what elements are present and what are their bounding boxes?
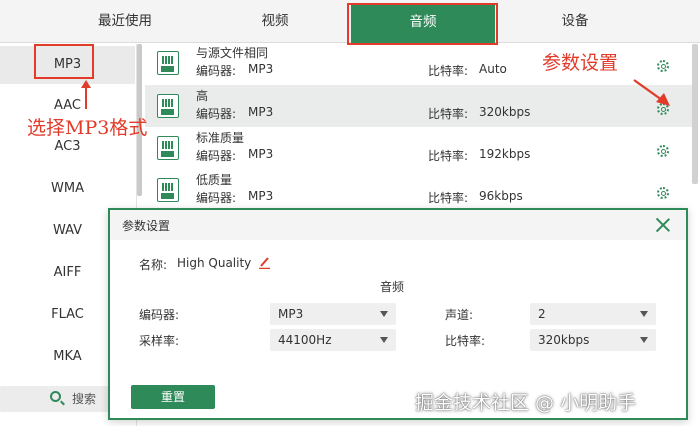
watermark: 掘金技术社区 @ 小明助手 <box>415 392 637 414</box>
dialog-title: 参数设置 <box>122 219 171 233</box>
preset-encoder-label: 编码器: <box>196 64 237 78</box>
audio-quality-low-icon <box>157 178 179 202</box>
preset-name-label: 名称: <box>139 258 168 272</box>
preset-name: 与源文件相同 <box>196 46 269 60</box>
preset-encoder-label: 编码器: <box>196 191 237 205</box>
preset-encoder: MP3 <box>248 189 274 203</box>
preset-bitrate: 192kbps <box>479 147 531 161</box>
samplerate-select-value: 44100Hz <box>278 333 332 347</box>
preset-bitrate: Auto <box>479 62 507 76</box>
edit-pencil-icon[interactable] <box>259 256 270 269</box>
samplerate-label: 采样率: <box>139 334 180 348</box>
preset-encoder: MP3 <box>248 147 274 161</box>
bitrate-select-value: 320kbps <box>538 333 590 347</box>
reset-button[interactable]: 重置 <box>131 385 215 409</box>
caret-down-icon <box>640 311 648 317</box>
arrow-up-icon <box>81 80 91 109</box>
tab-device[interactable]: 设备 <box>500 0 650 43</box>
audio-section-title: 音频 <box>380 280 405 294</box>
audio-file-icon <box>157 51 179 75</box>
preset-row-low[interactable]: 低质量 编码器: MP3 比特率: 96kbps <box>145 169 692 211</box>
audio-quality-medium-icon <box>157 136 179 160</box>
preset-name: 标准质量 <box>196 131 245 145</box>
preset-name-value: High Quality <box>177 256 252 270</box>
close-icon[interactable] <box>654 216 672 234</box>
encoder-label: 编码器: <box>139 308 180 322</box>
preset-encoder-label: 编码器: <box>196 149 237 163</box>
caret-down-icon <box>380 311 388 317</box>
bitrate-select[interactable]: 320kbps <box>530 329 656 351</box>
samplerate-select[interactable]: 44100Hz <box>270 329 396 351</box>
gear-icon[interactable] <box>657 60 669 72</box>
preset-encoder: MP3 <box>248 105 274 119</box>
preset-bitrate-label: 比特率: <box>428 107 469 121</box>
preset-row-high[interactable]: 高 编码器: MP3 比特率: 320kbps <box>145 85 692 127</box>
preset-bitrate-label: 比特率: <box>428 191 469 205</box>
annotation-choose-mp3: 选择MP3格式 <box>27 117 148 139</box>
channel-select[interactable]: 2 <box>530 303 656 325</box>
annotation-params: 参数设置 <box>542 52 619 74</box>
preset-encoder-label: 编码器: <box>196 107 237 121</box>
format-item-wma[interactable]: WMA <box>0 170 135 208</box>
search-label: 搜索 <box>72 392 97 406</box>
preset-name: 低质量 <box>196 173 233 187</box>
preset-bitrate-label: 比特率: <box>428 64 469 78</box>
audio-quality-high-icon <box>157 94 179 118</box>
format-tab-bar: 最近使用 视频 音频 设备 <box>0 0 700 43</box>
format-item-mp3[interactable]: MP3 <box>0 46 135 84</box>
preset-list-scrollbar[interactable] <box>692 44 698 184</box>
channel-label: 声道: <box>445 308 474 322</box>
preset-name: 高 <box>196 89 209 103</box>
arrow-down-right-icon <box>633 79 670 106</box>
encoder-select[interactable]: MP3 <box>270 303 396 325</box>
search-icon <box>50 391 61 402</box>
tab-recent[interactable]: 最近使用 <box>50 0 200 43</box>
preset-bitrate-label: 比特率: <box>428 149 469 163</box>
bitrate-label: 比特率: <box>445 334 486 348</box>
caret-down-icon <box>380 337 388 343</box>
caret-down-icon <box>640 337 648 343</box>
tab-video[interactable]: 视频 <box>200 0 350 43</box>
preset-row-standard[interactable]: 标准质量 编码器: MP3 比特率: 192kbps <box>145 127 692 169</box>
channel-select-value: 2 <box>538 307 546 321</box>
gear-icon[interactable] <box>657 145 669 157</box>
preset-encoder: MP3 <box>248 62 274 76</box>
preset-bitrate: 96kbps <box>479 189 523 203</box>
dialog-header: 参数设置 <box>110 210 686 240</box>
preset-bitrate: 320kbps <box>479 105 531 119</box>
encoder-select-value: MP3 <box>278 307 304 321</box>
tab-audio[interactable]: 音频 <box>351 4 495 43</box>
gear-icon[interactable] <box>657 187 669 199</box>
